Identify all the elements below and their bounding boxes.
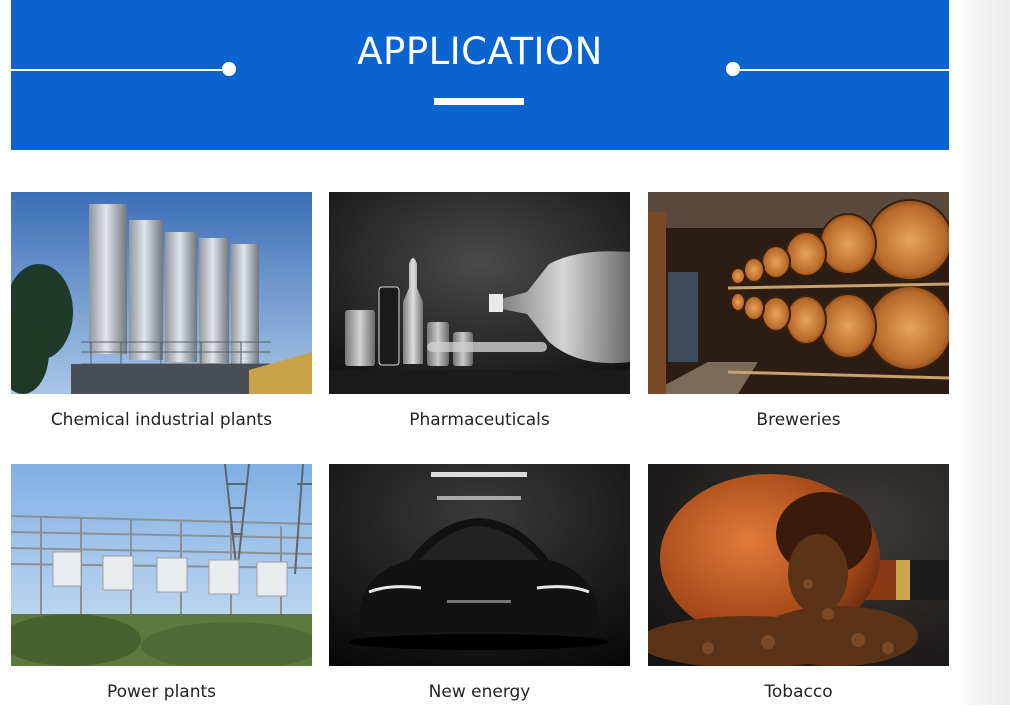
card-label: Breweries: [756, 410, 841, 430]
card-label: Pharmaceuticals: [409, 410, 550, 430]
application-card-power-plants[interactable]: Power plants: [11, 464, 312, 718]
title-underline: [434, 98, 524, 105]
application-card-breweries[interactable]: Breweries: [648, 192, 949, 446]
page-title: APPLICATION: [357, 30, 603, 73]
breweries-image: [648, 192, 949, 394]
application-card-tobacco[interactable]: Tobacco: [648, 464, 949, 718]
application-card-pharmaceuticals[interactable]: Pharmaceuticals: [329, 192, 630, 446]
chemical-plant-image: [11, 192, 312, 394]
application-banner: APPLICATION: [11, 0, 949, 150]
card-label: New energy: [428, 682, 531, 702]
card-label: Power plants: [106, 682, 217, 702]
power-plants-image: [11, 464, 312, 666]
tobacco-image: [648, 464, 949, 666]
new-energy-image: [329, 464, 630, 666]
card-label: Tobacco: [764, 682, 833, 702]
application-card-new-energy[interactable]: New energy: [329, 464, 630, 718]
page-edge-shade: [960, 0, 1010, 705]
banner-right-line: [739, 69, 949, 71]
pharmaceuticals-image: [329, 192, 630, 394]
application-card-chemical[interactable]: Chemical industrial plants: [11, 192, 312, 446]
banner-right-dot: [726, 62, 740, 76]
card-label: Chemical industrial plants: [50, 410, 273, 430]
